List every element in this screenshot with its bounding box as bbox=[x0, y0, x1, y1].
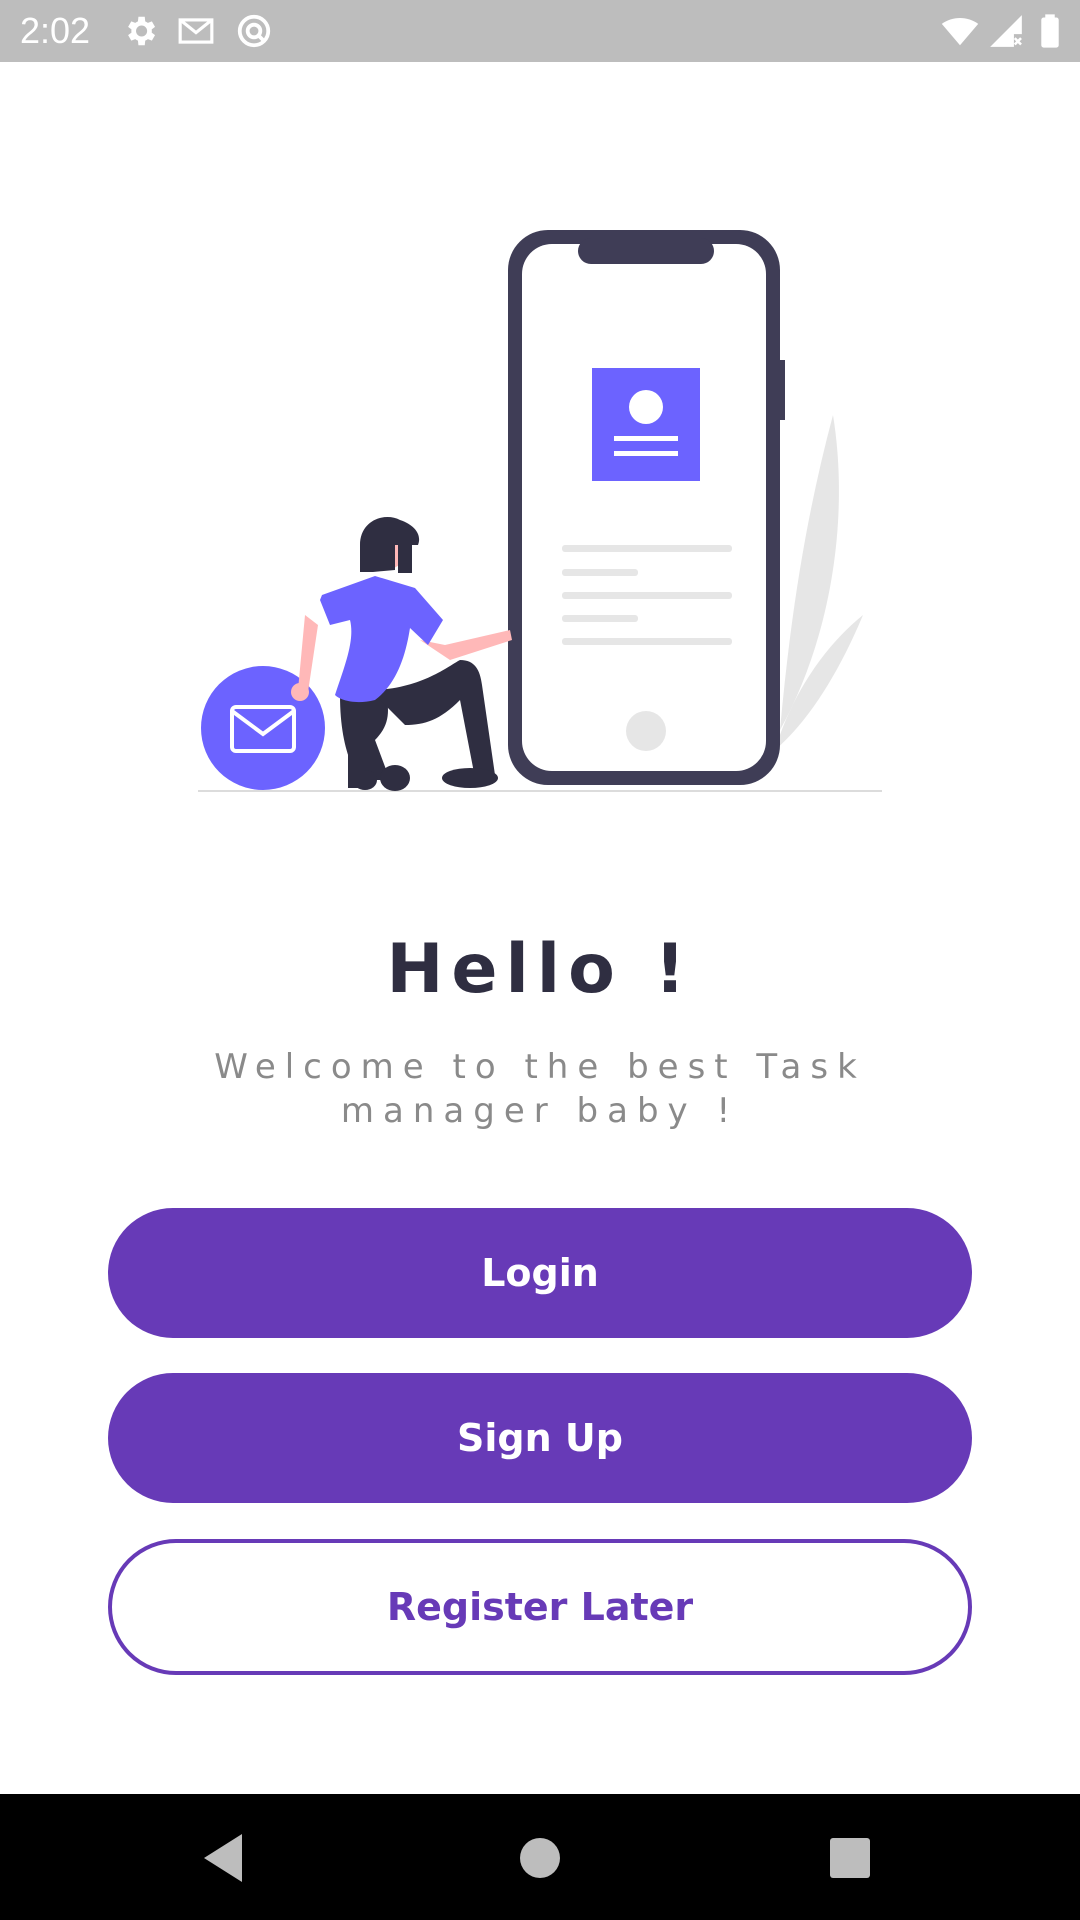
register-later-button[interactable]: Register Later bbox=[108, 1539, 972, 1675]
back-icon[interactable] bbox=[194, 1826, 258, 1890]
register-later-button-label: Register Later bbox=[386, 1585, 694, 1629]
navigation-bar bbox=[0, 1794, 1080, 1920]
recents-icon[interactable] bbox=[818, 1826, 882, 1890]
signal-icon bbox=[990, 15, 1022, 47]
welcome-title: Hello ! bbox=[386, 930, 694, 1009]
welcome-illustration bbox=[198, 230, 882, 792]
welcome-screen: 2:02 Hello ! Welcome to the best Task ma… bbox=[0, 0, 1080, 1920]
status-time: 2:02 bbox=[20, 10, 91, 51]
welcome-subtitle: Welcome to the best Task manager baby ! bbox=[214, 1047, 866, 1131]
battery-icon bbox=[1041, 14, 1059, 48]
gmail-icon bbox=[178, 18, 214, 44]
wifi-icon bbox=[941, 17, 979, 46]
data-saver-icon bbox=[237, 14, 271, 48]
login-button-label: Login bbox=[481, 1251, 599, 1295]
profile-card-icon bbox=[592, 368, 700, 481]
sign-up-button-label: Sign Up bbox=[457, 1416, 623, 1460]
home-icon[interactable] bbox=[508, 1826, 572, 1890]
sign-up-button[interactable]: Sign Up bbox=[108, 1373, 972, 1503]
phone-illustration bbox=[508, 230, 785, 785]
gear-icon bbox=[128, 16, 156, 46]
person-figure bbox=[291, 517, 512, 791]
status-bar: 2:02 bbox=[0, 0, 1080, 62]
login-button[interactable]: Login bbox=[108, 1208, 972, 1338]
